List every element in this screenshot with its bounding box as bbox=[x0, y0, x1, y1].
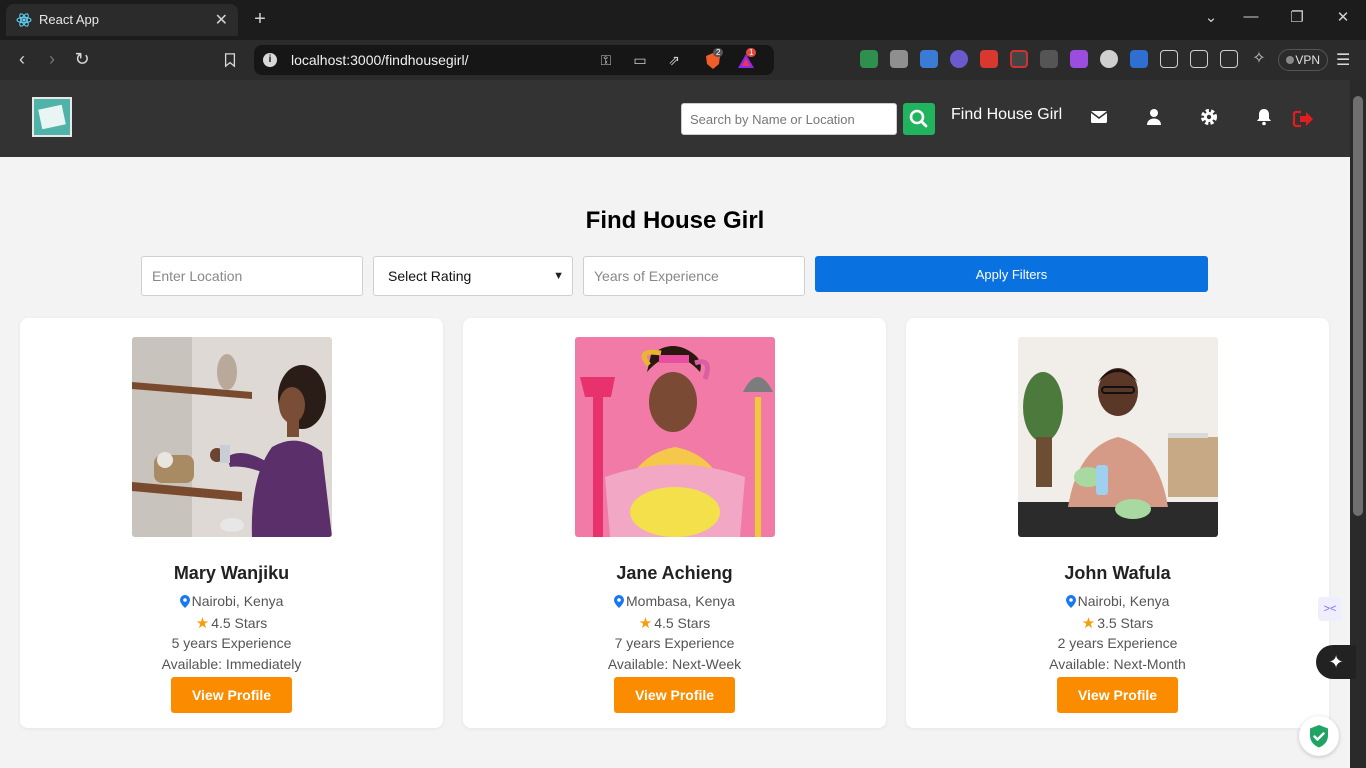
rating-select[interactable]: Select Rating ▼ bbox=[373, 256, 573, 296]
profile-name: Jane Achieng bbox=[616, 563, 733, 583]
profile-card: Mary Wanjiku Nairobi, Kenya ★ 4.5 Stars 5… bbox=[20, 318, 443, 728]
gear-icon[interactable] bbox=[1199, 107, 1219, 127]
browser-tab[interactable]: React App ✕ bbox=[6, 4, 238, 36]
tab-search-icon[interactable]: ⌄ bbox=[1199, 8, 1223, 26]
profile-location: Mombasa, Kenya bbox=[463, 593, 886, 609]
bookmark-icon[interactable] bbox=[218, 48, 242, 72]
site-info-icon[interactable]: i bbox=[263, 53, 277, 67]
profile-card: Jane Achieng Mombasa, Kenya ★ 4.5 Stars 7… bbox=[463, 318, 886, 728]
envelope-icon[interactable] bbox=[1089, 107, 1109, 127]
profile-rating-text: 4.5 Stars bbox=[654, 615, 711, 631]
reload-icon[interactable]: ↻ bbox=[70, 48, 94, 72]
profile-rating: ★ 3.5 Stars bbox=[906, 614, 1329, 632]
star-icon: ★ bbox=[638, 615, 653, 632]
close-tab-icon[interactable]: ✕ bbox=[215, 10, 228, 30]
location-pin-icon bbox=[179, 595, 190, 608]
profile-name: John Wafula bbox=[1064, 563, 1171, 583]
password-key-icon[interactable]: ⚿ bbox=[597, 52, 615, 68]
browser-tab-bar: React App ✕ + ⌄ — ❐ ✕ bbox=[0, 0, 1366, 40]
profile-location-text: Nairobi, Kenya bbox=[1077, 593, 1170, 609]
location-pin-icon bbox=[1065, 595, 1076, 608]
extension-5-icon[interactable] bbox=[980, 50, 998, 68]
search-button[interactable] bbox=[903, 103, 935, 135]
bell-icon[interactable] bbox=[1254, 107, 1274, 127]
page-title: Find House Girl bbox=[585, 207, 765, 234]
extension-7-icon[interactable] bbox=[1040, 50, 1058, 68]
profile-experience: 5 years Experience bbox=[171, 635, 292, 651]
vpn-status-icon bbox=[1286, 56, 1294, 64]
profile-rating-text: 3.5 Stars bbox=[1097, 615, 1154, 631]
profile-location: Nairobi, Kenya bbox=[906, 593, 1329, 609]
experience-filter-input[interactable] bbox=[583, 256, 805, 296]
profile-name: Mary Wanjiku bbox=[173, 563, 290, 583]
location-pin-icon bbox=[614, 595, 625, 608]
profile-availability: Available: Next-Month bbox=[1049, 656, 1186, 672]
location-filter-input[interactable] bbox=[141, 256, 363, 296]
url-text: localhost:3000/findhousegirl/ bbox=[291, 52, 469, 68]
shield-check-button[interactable] bbox=[1299, 716, 1339, 756]
extension-1-icon[interactable] bbox=[860, 50, 878, 68]
browser-menu-icon[interactable]: ☰ bbox=[1336, 50, 1350, 70]
find-house-girl-link[interactable]: Find House Girl bbox=[951, 106, 1062, 124]
profile-rating: ★ 4.5 Stars bbox=[20, 614, 443, 632]
extension-4-icon[interactable] bbox=[950, 50, 968, 68]
vpn-label: VPN bbox=[1295, 53, 1320, 67]
profile-location: Nairobi, Kenya bbox=[20, 593, 443, 609]
search-icon bbox=[909, 109, 928, 128]
logo[interactable] bbox=[32, 97, 72, 137]
side-widget-icon[interactable]: >< bbox=[1318, 597, 1342, 621]
profile-rating-text: 4.5 Stars bbox=[211, 615, 268, 631]
extensions-puzzle-icon[interactable] bbox=[1160, 50, 1178, 68]
new-tab-icon[interactable]: + bbox=[250, 8, 270, 31]
address-bar[interactable]: i localhost:3000/findhousegirl/ ⚿ ▭ ⇗ 2 … bbox=[254, 45, 774, 75]
view-profile-button[interactable]: View Profile bbox=[614, 677, 735, 713]
close-window-icon[interactable]: ✕ bbox=[1331, 8, 1355, 26]
profile-experience: 7 years Experience bbox=[614, 635, 735, 651]
profile-availability: Available: Immediately bbox=[161, 656, 302, 672]
search-input[interactable] bbox=[681, 103, 897, 135]
profile-location-text: Mombasa, Kenya bbox=[626, 593, 735, 609]
view-profile-button[interactable]: View Profile bbox=[171, 677, 292, 713]
chevron-down-icon: ▼ bbox=[553, 270, 564, 282]
star-icon: ★ bbox=[1081, 615, 1096, 632]
user-icon[interactable] bbox=[1144, 107, 1164, 127]
profile-location-text: Nairobi, Kenya bbox=[191, 593, 284, 609]
logo-mark bbox=[38, 104, 66, 130]
profile-photo bbox=[575, 337, 775, 537]
extension-2-icon[interactable] bbox=[890, 50, 908, 68]
forward-icon[interactable]: › bbox=[40, 48, 64, 72]
sidebar-icon[interactable] bbox=[1190, 50, 1208, 68]
profile-card: John Wafula Nairobi, Kenya ★ 3.5 Stars 2 … bbox=[906, 318, 1329, 728]
ai-sparkle-icon[interactable]: ✦ bbox=[1316, 645, 1356, 679]
apply-filters-button[interactable]: Apply Filters bbox=[815, 256, 1208, 292]
tab-title: React App bbox=[39, 12, 99, 27]
back-icon[interactable]: ‹ bbox=[10, 48, 34, 72]
scrollbar-thumb[interactable] bbox=[1353, 96, 1363, 516]
minimize-icon[interactable]: — bbox=[1239, 8, 1263, 25]
wallet-icon[interactable] bbox=[1220, 50, 1238, 68]
extension-6-icon[interactable] bbox=[1010, 50, 1028, 68]
shield-check-icon bbox=[1310, 725, 1328, 748]
extension-8-icon[interactable] bbox=[1070, 50, 1088, 68]
extension-3-icon[interactable] bbox=[920, 50, 938, 68]
profile-availability: Available: Next-Week bbox=[607, 656, 742, 672]
share-icon[interactable]: ⇗ bbox=[665, 52, 683, 68]
rating-select-value: Select Rating bbox=[388, 268, 472, 284]
cloud-icon[interactable] bbox=[1100, 50, 1118, 68]
logout-icon[interactable] bbox=[1292, 109, 1314, 129]
vpn-button[interactable]: VPN bbox=[1278, 49, 1328, 71]
react-icon bbox=[16, 13, 32, 27]
restore-icon[interactable]: ❐ bbox=[1285, 8, 1309, 26]
cast-icon[interactable]: ▭ bbox=[631, 52, 649, 68]
profile-rating: ★ 4.5 Stars bbox=[463, 614, 886, 632]
profile-photo bbox=[132, 337, 332, 537]
translate-icon[interactable] bbox=[1130, 50, 1148, 68]
star-icon: ★ bbox=[195, 615, 210, 632]
profile-experience: 2 years Experience bbox=[1057, 635, 1178, 651]
leo-ai-icon[interactable]: ✧ bbox=[1250, 50, 1268, 68]
profile-photo bbox=[1018, 337, 1218, 537]
view-profile-button[interactable]: View Profile bbox=[1057, 677, 1178, 713]
